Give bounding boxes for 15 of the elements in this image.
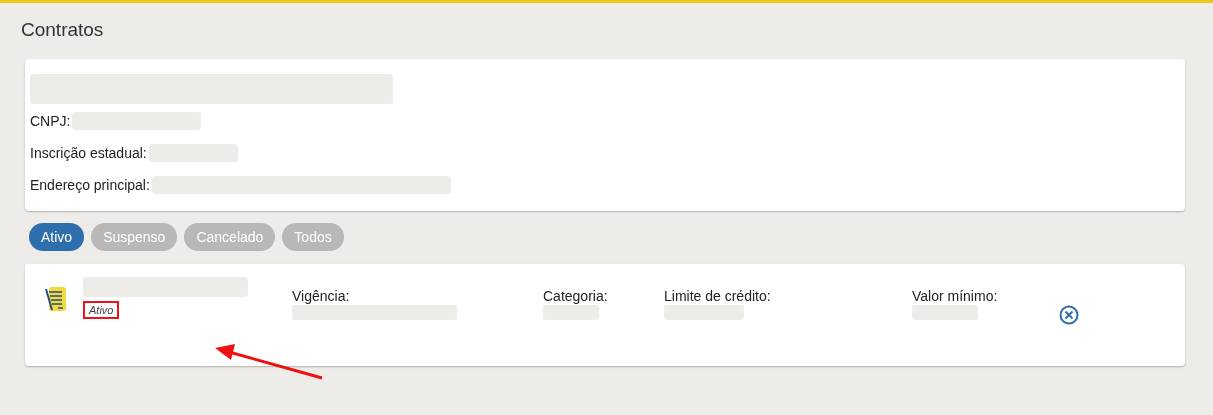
field-label: Valor mínimo: xyxy=(912,288,998,304)
page-title: Contratos xyxy=(21,19,104,41)
field-label: Categoria: xyxy=(543,288,608,304)
field-label: Inscrição estadual: xyxy=(30,145,147,161)
close-icon[interactable] xyxy=(1059,305,1079,325)
filter-tab[interactable]: Ativo xyxy=(29,223,85,251)
filter-tab[interactable]: Todos xyxy=(282,223,344,251)
field-label: Vigência: xyxy=(292,288,351,304)
document-icon xyxy=(45,286,67,312)
field-label: CNPJ: xyxy=(30,113,71,129)
status-label: Ativo xyxy=(83,301,120,319)
filter-tab[interactable]: Suspenso xyxy=(91,223,178,251)
filter-tab[interactable]: Cancelado xyxy=(184,223,276,251)
field-label: Endereço principal: xyxy=(30,177,150,193)
field-label: Limite de crédito: xyxy=(664,288,771,304)
